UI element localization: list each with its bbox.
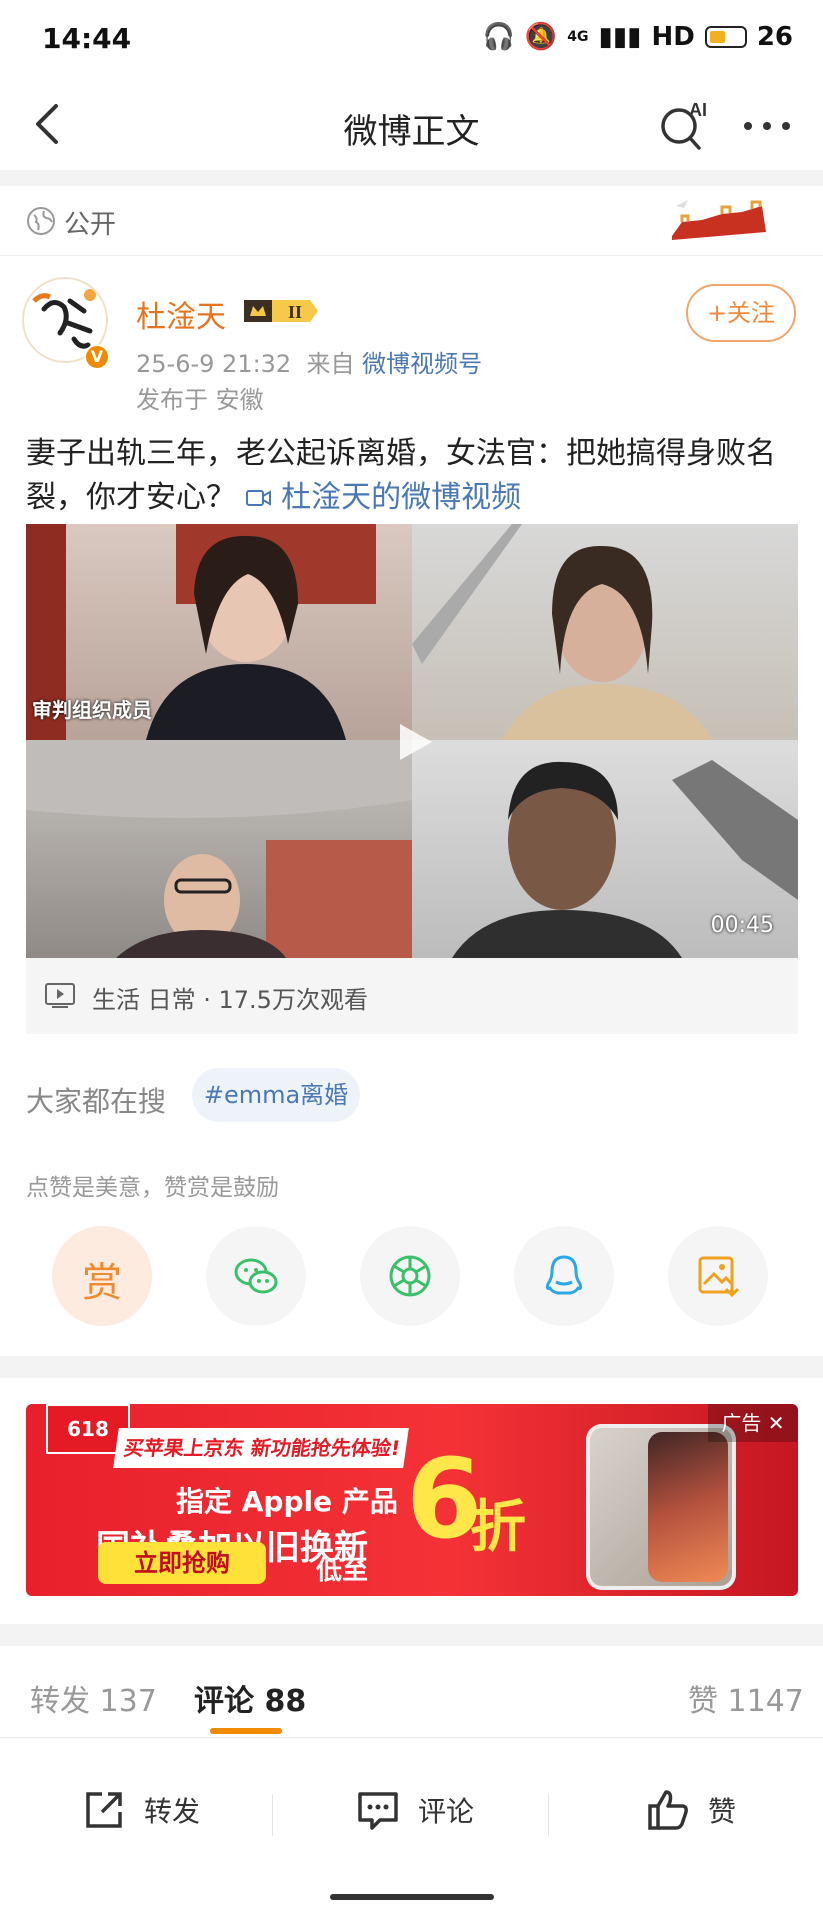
reward-button[interactable]: 赏 [52, 1226, 152, 1326]
divider [548, 1794, 549, 1836]
source-prefix: 来自 [306, 350, 355, 378]
tab-repost[interactable]: 转发 137 [30, 1676, 157, 1720]
more-icon[interactable] [742, 116, 792, 136]
mute-icon: 🔕 [524, 22, 558, 52]
video-player[interactable]: 审判组织成员 00:45 [26, 524, 798, 958]
ad-tagline: 买苹果上京东 新功能抢先体验! [113, 1428, 409, 1468]
follow-button[interactable]: +关注 [686, 284, 796, 342]
ad-discount-unit: 折 [470, 1495, 526, 1560]
video-info: 生活 日常 · 17.5万次观看 [26, 958, 798, 1034]
trending-search-tag[interactable]: #emma离婚 [192, 1068, 360, 1122]
post-source[interactable]: 微博视频号 [362, 350, 482, 378]
headphone-icon: 🎧 [482, 22, 515, 52]
active-tab-indicator [210, 1728, 282, 1734]
moments-share-button[interactable] [360, 1226, 460, 1326]
interaction-tabs: 转发 137 评论 88 赞 1147 [0, 1648, 823, 1738]
save-image-icon [698, 1256, 740, 1298]
signal-icon: ▮▮▮ [598, 22, 642, 52]
ad-banner[interactable]: 618 买苹果上京东 新功能抢先体验! 指定 Apple 产品 国补叠加以旧换新… [26, 1404, 798, 1596]
repost-button[interactable]: 转发 [80, 1782, 200, 1838]
home-indicator [330, 1894, 494, 1900]
separator [0, 170, 823, 186]
video-info-text: 生活 日常 · 17.5万次观看 [92, 986, 368, 1014]
comment-button[interactable]: 评论 [354, 1782, 474, 1838]
wechat-icon [234, 1258, 278, 1294]
visibility-label: 公开 [64, 210, 117, 240]
ad-phone-image [586, 1424, 736, 1590]
video-tile-car [26, 740, 412, 958]
qq-icon [545, 1255, 583, 1295]
tab-like[interactable]: 赞 1147 [688, 1676, 804, 1720]
battery-icon [704, 26, 747, 48]
hd-label: HD [651, 22, 695, 52]
tile-label: 审判组织成员 [32, 698, 152, 722]
status-icons: 🎧 🔕 4G ▮▮▮ HD 26 [483, 22, 793, 52]
post-text: 妻子出轨三年，老公起诉离婚，女法官：把她搞得身败名裂，你才安心？ 杜淦天的微博视… [26, 432, 796, 520]
video-duration: 00:45 [710, 913, 774, 938]
man-in-car-figure [26, 740, 412, 958]
thumbs-up-icon [648, 1790, 688, 1830]
trending-search-label: 大家都在搜 [26, 1085, 167, 1118]
bottom-action-bar: 转发 评论 赞 [0, 1752, 823, 1870]
ai-label: AI [689, 100, 707, 120]
status-time: 14:44 [42, 22, 132, 55]
wechat-share-button[interactable] [206, 1226, 306, 1326]
level-label: II [288, 302, 302, 322]
ai-search-icon[interactable]: AI [655, 96, 715, 156]
post-date: 25-6-9 21:32 [136, 350, 292, 378]
share-actions: 赏 [0, 1226, 823, 1326]
post-location: 发布于 安徽 [136, 386, 264, 414]
tab-comment[interactable]: 评论 88 [194, 1676, 306, 1720]
ad-close-label[interactable]: 广告 ✕ [708, 1404, 798, 1442]
ad-cta-button[interactable]: 立即抢购 [98, 1542, 266, 1584]
video-camera-icon [245, 490, 271, 506]
qq-share-button[interactable] [514, 1226, 614, 1326]
encourage-text: 点赞是美意，赞赏是鼓励 [26, 1175, 279, 1201]
repost-label: 转发 [144, 1795, 201, 1828]
video-link-label: 杜淦天的微博视频 [281, 480, 522, 515]
comment-label: 评论 [418, 1795, 475, 1828]
ad-line1: 指定 Apple 产品 [176, 1485, 398, 1518]
divider [272, 1794, 273, 1836]
save-image-button[interactable] [668, 1226, 768, 1326]
video-tile-woman [412, 524, 798, 740]
like-label: 赞 [708, 1795, 737, 1828]
verified-badge: V [84, 344, 110, 370]
post-meta: 25-6-9 21:32 来自 微博视频号 [136, 344, 482, 379]
great-wall-decoration [672, 200, 766, 240]
like-button[interactable]: 赞 [644, 1782, 736, 1838]
globe-icon [27, 207, 55, 235]
video-tile-judge: 审判组织成员 [26, 524, 412, 740]
nav-bar: 微博正文 AI [0, 80, 823, 170]
level-badge-icon: II [244, 300, 318, 322]
repost-icon [86, 1792, 122, 1828]
video-icon [45, 983, 75, 1008]
visibility-row: 公开 [0, 186, 823, 256]
comment-icon [358, 1792, 398, 1830]
woman-figure [412, 524, 712, 740]
author-name[interactable]: 杜淦天 [136, 292, 226, 336]
battery-level: 26 [756, 22, 793, 52]
video-tile-man: 00:45 [412, 740, 798, 958]
separator [0, 1624, 823, 1646]
ad-low-label: 低至 [316, 1556, 369, 1586]
video-link[interactable]: 杜淦天的微博视频 [245, 480, 522, 515]
play-icon[interactable] [392, 720, 436, 764]
separator [0, 1356, 823, 1378]
network-label: 4G [567, 29, 589, 45]
moments-icon [389, 1255, 431, 1297]
status-bar: 14:44 🎧 🔕 4G ▮▮▮ HD 26 [0, 0, 823, 80]
reward-label: 赏 [82, 1260, 122, 1306]
